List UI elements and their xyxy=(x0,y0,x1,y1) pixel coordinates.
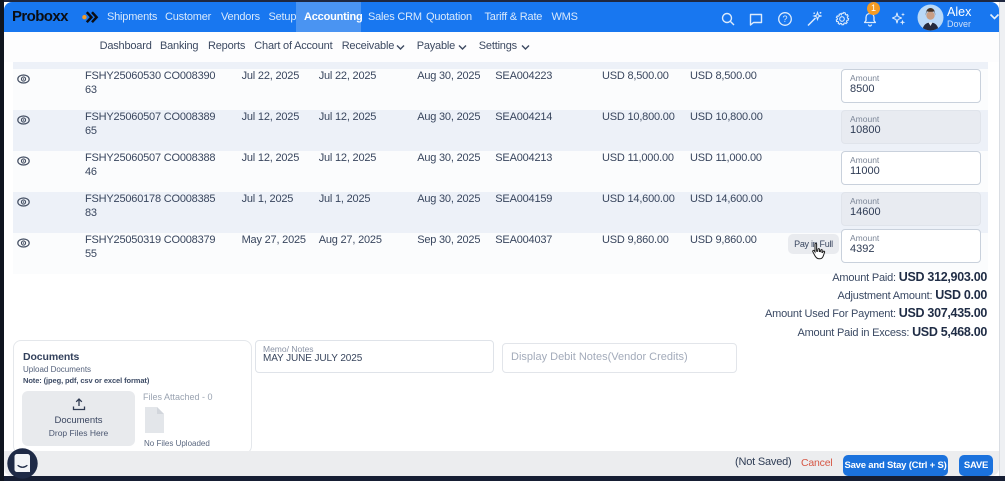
svg-text:?: ? xyxy=(782,14,787,24)
